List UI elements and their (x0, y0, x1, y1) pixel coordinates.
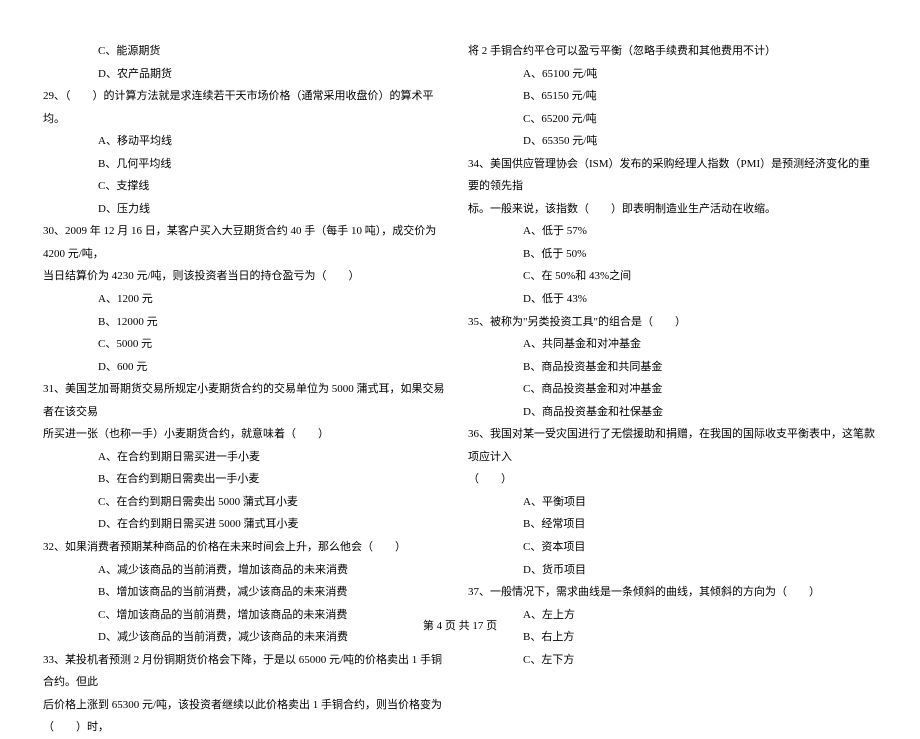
q31-option-c: C、在合约到期日需卖出 5000 蒲式耳小麦 (43, 491, 452, 514)
q32-stem: 32、如果消费者预期某种商品的价格在未来时间会上升，那么他会（ ） (43, 536, 452, 559)
q29-stem: 29、（ ）的计算方法就是求连续若干天市场价格（通常采用收盘价）的算术平均。 (43, 85, 452, 130)
q29-option-c: C、支撑线 (43, 175, 452, 198)
q30-stem-line2: 当日结算价为 4230 元/吨，则该投资者当日的持仓盈亏为（ ） (43, 265, 452, 288)
q33-option-b: B、65150 元/吨 (468, 85, 877, 108)
q34-option-a: A、低于 57% (468, 220, 877, 243)
q34-stem-line2: 标。一般来说，该指数（ ）即表明制造业生产活动在收缩。 (468, 198, 877, 221)
q36-option-c: C、资本项目 (468, 536, 877, 559)
q28-option-c: C、能源期货 (43, 40, 452, 63)
q34-stem-line1: 34、美国供应管理协会（ISM）发布的采购经理人指数（PMI）是预测经济变化的重… (468, 153, 877, 198)
q33-option-a: A、65100 元/吨 (468, 63, 877, 86)
q32-option-a: A、减少该商品的当前消费，增加该商品的未来消费 (43, 559, 452, 582)
q36-stem-line2: （ ） (468, 468, 877, 491)
q29-option-d: D、压力线 (43, 198, 452, 221)
q33-stem-line2: 后价格上涨到 65300 元/吨，该投资者继续以此价格卖出 1 手铜合约，则当价… (43, 694, 452, 739)
q36-option-d: D、货币项目 (468, 559, 877, 582)
q31-stem-line2: 所买进一张（也称一手）小麦期货合约，就意味着（ ） (43, 423, 452, 446)
q29-option-a: A、移动平均线 (43, 130, 452, 153)
q29-option-b: B、几何平均线 (43, 153, 452, 176)
q30-option-b: B、12000 元 (43, 311, 452, 334)
q33-option-d: D、65350 元/吨 (468, 130, 877, 153)
q30-option-c: C、5000 元 (43, 333, 452, 356)
q37-stem: 37、一般情况下，需求曲线是一条倾斜的曲线，其倾斜的方向为（ ） (468, 581, 877, 604)
q31-option-b: B、在合约到期日需卖出一手小麦 (43, 468, 452, 491)
q37-option-c: C、左下方 (468, 649, 877, 672)
q28-option-d: D、农产品期货 (43, 63, 452, 86)
q32-option-b: B、增加该商品的当前消费，减少该商品的未来消费 (43, 581, 452, 604)
q36-option-b: B、经常项目 (468, 513, 877, 536)
q31-stem-line1: 31、美国芝加哥期货交易所规定小麦期货合约的交易单位为 5000 蒲式耳，如果交… (43, 378, 452, 423)
q34-option-b: B、低于 50% (468, 243, 877, 266)
q33-stem-line3: 将 2 手铜合约平仓可以盈亏平衡（忽略手续费和其他费用不计） (468, 40, 877, 63)
q36-stem-line1: 36、我国对某一受灾国进行了无偿援助和捐赠，在我国的国际收支平衡表中，这笔款项应… (468, 423, 877, 468)
q30-option-a: A、1200 元 (43, 288, 452, 311)
q35-option-a: A、共同基金和对冲基金 (468, 333, 877, 356)
page-footer: 第 4 页 共 17 页 (0, 615, 920, 638)
q33-stem-line1: 33、某投机者预测 2 月份铜期货价格会下降，于是以 65000 元/吨的价格卖… (43, 649, 452, 694)
left-column: C、能源期货 D、农产品期货 29、（ ）的计算方法就是求连续若干天市场价格（通… (35, 40, 460, 625)
right-column: 将 2 手铜合约平仓可以盈亏平衡（忽略手续费和其他费用不计） A、65100 元… (460, 40, 885, 625)
q36-option-a: A、平衡项目 (468, 491, 877, 514)
q35-option-d: D、商品投资基金和社保基金 (468, 401, 877, 424)
q35-option-b: B、商品投资基金和共同基金 (468, 356, 877, 379)
q30-stem-line1: 30、2009 年 12 月 16 日，某客户买入大豆期货合约 40 手（每手 … (43, 220, 452, 265)
q35-option-c: C、商品投资基金和对冲基金 (468, 378, 877, 401)
q31-option-a: A、在合约到期日需买进一手小麦 (43, 446, 452, 469)
q33-option-c: C、65200 元/吨 (468, 108, 877, 131)
q31-option-d: D、在合约到期日需买进 5000 蒲式耳小麦 (43, 513, 452, 536)
q34-option-c: C、在 50%和 43%之间 (468, 265, 877, 288)
q30-option-d: D、600 元 (43, 356, 452, 379)
q34-option-d: D、低于 43% (468, 288, 877, 311)
q35-stem: 35、被称为"另类投资工具"的组合是（ ） (468, 311, 877, 334)
